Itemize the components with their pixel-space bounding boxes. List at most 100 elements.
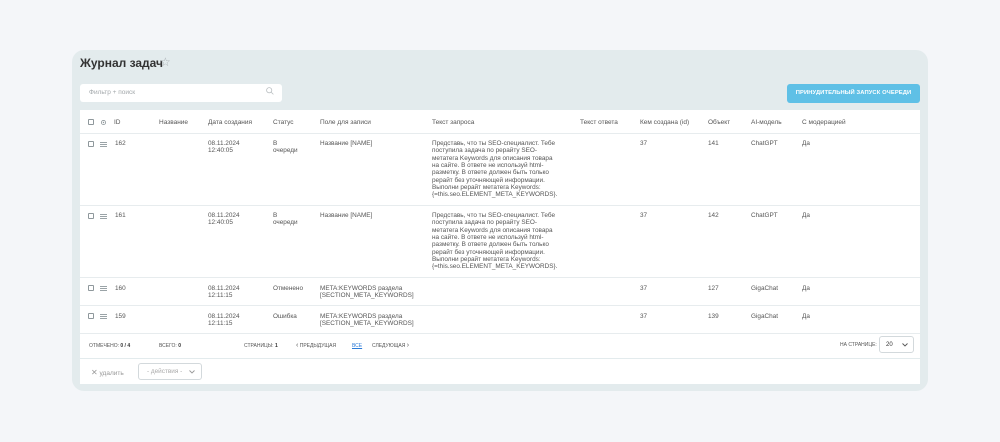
page-title: Журнал задач xyxy=(80,56,164,70)
gear-icon[interactable] xyxy=(100,119,107,126)
cell-model: ChatGPT xyxy=(751,212,778,219)
all-pages-link[interactable]: Все xyxy=(352,343,362,349)
cell-field-2: [SECTION_META_KEYWORDS] xyxy=(320,320,414,327)
cell-creator: 37 xyxy=(640,285,648,292)
column-header-creator[interactable]: Кем создана (id) xyxy=(640,119,689,126)
column-header-answer[interactable]: Текст ответа xyxy=(580,119,618,126)
cell-model: GigaChat xyxy=(751,285,778,292)
cell-field-2: [SECTION_META_KEYWORDS] xyxy=(320,292,414,299)
total-count: Всего: 0 xyxy=(159,343,181,349)
selected-label: Отмечено: xyxy=(89,343,119,349)
column-header-date[interactable]: Дата создания xyxy=(208,119,252,126)
column-header-model[interactable]: AI-модель xyxy=(751,119,782,126)
cell-status: Отменено xyxy=(273,285,304,292)
pagination: Страницы: 1 xyxy=(244,343,278,349)
selected-value: 0 / 4 xyxy=(120,343,131,349)
prev-label: Предыдущая xyxy=(299,343,337,349)
actions-select[interactable]: - действия - xyxy=(138,363,202,380)
actions-bar xyxy=(80,359,920,384)
search-icon[interactable] xyxy=(265,86,275,96)
next-label: Следующая xyxy=(372,343,406,349)
row-menu-icon[interactable] xyxy=(100,142,107,147)
cell-model: ChatGPT xyxy=(751,140,778,147)
cell-model: GigaChat xyxy=(751,313,778,320)
cell-query-line: {=this.seo.ELEMENT_META_KEYWORDS}. xyxy=(432,263,558,271)
cell-query-line: {=this.seo.ELEMENT_META_KEYWORDS}. xyxy=(432,191,558,199)
divider xyxy=(80,305,920,306)
total-value: 0 xyxy=(178,343,181,349)
cell-status-2: очереди xyxy=(273,219,298,226)
cell-query-line: Выполни рерайт метатега Keywords: xyxy=(432,255,541,263)
total-label: Всего: xyxy=(159,343,177,349)
star-icon[interactable]: ☆ xyxy=(160,55,171,69)
cell-moderation: Да xyxy=(802,140,810,147)
cell-query-line: Выполни рерайт метатега Keywords: xyxy=(432,183,541,191)
all-label[interactable]: Все xyxy=(352,343,362,349)
chevron-right-icon: › xyxy=(406,342,410,349)
cell-id: 162 xyxy=(115,140,126,147)
cell-field: Название [NAME] xyxy=(320,212,373,219)
cell-moderation: Да xyxy=(802,285,810,292)
close-icon: ✕ xyxy=(91,368,98,377)
current-page[interactable]: 1 xyxy=(275,343,278,349)
row-checkbox[interactable] xyxy=(88,213,94,219)
prev-page-link[interactable]: ‹ Предыдущая xyxy=(296,342,337,349)
column-header-status[interactable]: Статус xyxy=(273,119,294,126)
chevron-left-icon: ‹ xyxy=(296,342,299,349)
cell-query-line: на сайте. В ответе не используй html- xyxy=(432,233,544,241)
force-run-queue-button[interactable]: Принудительный запуск очереди xyxy=(787,84,920,103)
column-header-id[interactable]: ID xyxy=(114,119,121,126)
cell-query-line: рерайт без уточняющей информации. xyxy=(432,176,545,184)
cell-object: 142 xyxy=(708,212,719,219)
divider xyxy=(80,133,920,134)
cell-query-line: на сайте. В ответе не используй html- xyxy=(432,161,544,169)
per-page-label: На странице: xyxy=(840,342,877,348)
cell-moderation: Да xyxy=(802,212,810,219)
cell-object: 127 xyxy=(708,285,719,292)
select-all-checkbox[interactable] xyxy=(88,119,94,125)
cell-status: Ошибка xyxy=(273,313,297,320)
per-page-select[interactable]: 20 xyxy=(879,336,914,353)
cell-query-line: разметку. В ответе должен быть только xyxy=(432,241,549,249)
actions-placeholder: - действия - xyxy=(147,368,183,375)
row-menu-icon[interactable] xyxy=(100,214,107,219)
cell-query-line: поступила задача по рерайту SEO- xyxy=(432,147,537,155)
chevron-down-icon xyxy=(902,343,908,347)
cell-time: 12:11:15 xyxy=(208,292,233,299)
selected-count: Отмечено: 0 / 4 xyxy=(89,343,130,349)
row-menu-icon[interactable] xyxy=(100,314,107,319)
cell-query-line: разметку. В ответе должен быть только xyxy=(432,169,549,177)
cell-time: 12:40:05 xyxy=(208,147,233,154)
cell-field: Название [NAME] xyxy=(320,140,373,147)
cell-time: 12:40:05 xyxy=(208,219,233,226)
cell-id: 161 xyxy=(115,212,126,219)
divider xyxy=(80,333,920,334)
pages-label: Страницы: xyxy=(244,343,274,349)
cell-query-line: метатега Keywords для описания товара xyxy=(432,226,553,234)
cell-creator: 37 xyxy=(640,212,648,219)
delete-label: удалить xyxy=(99,370,124,377)
column-header-field[interactable]: Поле для записи xyxy=(320,119,371,126)
cell-creator: 37 xyxy=(640,140,648,147)
column-header-query[interactable]: Текст запроса xyxy=(432,119,474,126)
cell-object: 141 xyxy=(708,140,719,147)
divider xyxy=(80,277,920,278)
cell-moderation: Да xyxy=(802,313,810,320)
search-placeholder: Фильтр + поиск xyxy=(89,89,136,96)
cell-query-line: поступила задача по рерайту SEO- xyxy=(432,219,537,227)
column-header-object[interactable]: Объект xyxy=(708,119,730,126)
column-header-moderation[interactable]: С модерацией xyxy=(802,119,846,126)
row-checkbox[interactable] xyxy=(88,141,94,147)
row-menu-icon[interactable] xyxy=(100,286,107,291)
row-checkbox[interactable] xyxy=(88,313,94,319)
per-page-value: 20 xyxy=(886,342,893,348)
cell-query-line: рерайт без уточняющей информации. xyxy=(432,248,545,256)
cell-query-line: метатега Keywords для описания товара xyxy=(432,154,553,162)
row-checkbox[interactable] xyxy=(88,285,94,291)
cell-id: 159 xyxy=(115,313,126,320)
chevron-down-icon xyxy=(189,370,195,374)
column-header-name[interactable]: Название xyxy=(159,119,188,126)
delete-button[interactable]: ✕ удалить xyxy=(91,368,124,377)
divider xyxy=(80,205,920,206)
next-page-link[interactable]: Следующая › xyxy=(372,342,410,349)
